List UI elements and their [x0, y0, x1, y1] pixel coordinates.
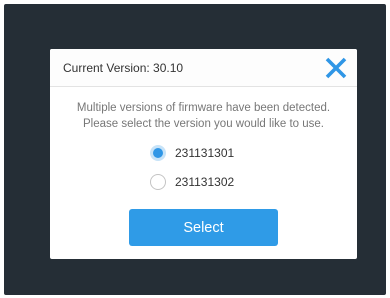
version-option-2[interactable]: 231131302 [150, 172, 357, 192]
radio-unselected-icon[interactable] [150, 174, 166, 190]
version-option-label: 231131302 [175, 175, 235, 189]
message-line-2: Please select the version you would like… [83, 118, 324, 130]
message-line-1: Multiple versions of firmware have been … [76, 102, 331, 114]
radio-selected-icon[interactable] [150, 145, 166, 161]
version-options: 231131301 231131302 [50, 143, 357, 192]
close-icon [325, 57, 347, 78]
close-button[interactable] [323, 55, 349, 81]
firmware-version-dialog: Current Version: 30.10 Multiple versions… [50, 49, 357, 259]
select-button[interactable]: Select [129, 209, 278, 246]
screen-backdrop: Current Version: 30.10 Multiple versions… [4, 4, 386, 295]
dialog-message: Multiple versions of firmware have been … [50, 100, 357, 132]
version-option-label: 231131301 [175, 146, 235, 160]
dialog-title: Current Version: 30.10 [63, 60, 184, 75]
version-option-1[interactable]: 231131301 [150, 143, 357, 163]
dialog-header: Current Version: 30.10 [50, 49, 357, 87]
